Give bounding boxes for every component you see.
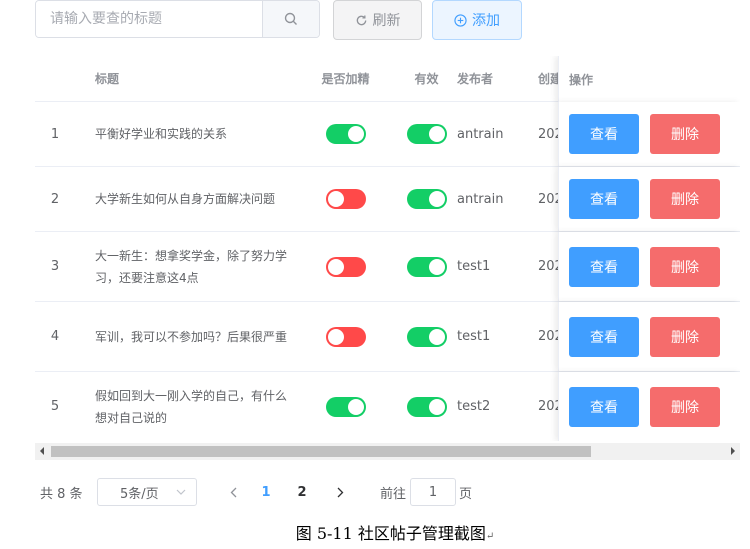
delete-button[interactable]: 删除 bbox=[650, 179, 720, 219]
switch-knob bbox=[327, 328, 344, 345]
posts-table: 标题 是否加精 有效 发布者 创建 操作 1 平衡好学业和实践的关系 antra… bbox=[35, 56, 740, 441]
scroll-right-arrow-icon[interactable] bbox=[731, 447, 735, 455]
switch-knob bbox=[428, 191, 445, 207]
refresh-button[interactable]: 刷新 bbox=[333, 0, 422, 40]
header-publisher: 发布者 bbox=[457, 72, 494, 86]
row-actions: 查看 删除 bbox=[558, 372, 740, 441]
row-publisher: antrain bbox=[457, 191, 504, 207]
row-title: 大一新生：想拿奖学金，除了努力学习，还要注意这4点 bbox=[95, 248, 288, 285]
total-count: 共 8 条 bbox=[40, 486, 83, 502]
switch-knob bbox=[428, 328, 445, 345]
row-title: 假如回到大一刚入学的自己，有什么想对自己说的 bbox=[95, 388, 288, 425]
table-row: 1 平衡好学业和实践的关系 antrain 202 查看 删除 bbox=[35, 102, 740, 167]
delete-button[interactable]: 删除 bbox=[650, 114, 720, 154]
search-icon bbox=[285, 12, 298, 25]
view-button[interactable]: 查看 bbox=[569, 316, 639, 357]
caption-text: 图 5-11 社区帖子管理截图 bbox=[295, 524, 486, 543]
switch-knob bbox=[428, 398, 445, 415]
page-number-2[interactable]: 2 bbox=[292, 478, 312, 506]
row-actions: 查看 删除 bbox=[558, 167, 740, 231]
table-header: 标题 是否加精 有效 发布者 创建 操作 bbox=[35, 56, 740, 102]
search-button[interactable] bbox=[262, 1, 319, 37]
row-index: 1 bbox=[50, 126, 60, 142]
page-number-1[interactable]: 1 bbox=[256, 478, 276, 506]
row-index: 2 bbox=[50, 191, 60, 207]
refresh-icon bbox=[356, 14, 366, 25]
header-actions: 操作 bbox=[558, 56, 740, 102]
row-publisher: test1 bbox=[457, 259, 491, 274]
figure-caption: 图 5-11 社区帖子管理截图↵ bbox=[0, 520, 750, 544]
table-row: 2 大学新生如何从自身方面解决问题 antrain 202 查看 删除 bbox=[35, 167, 740, 232]
row-publisher: test2 bbox=[457, 399, 491, 414]
row-title: 平衡好学业和实践的关系 bbox=[95, 127, 228, 141]
row-actions: 查看 删除 bbox=[558, 232, 740, 301]
goto-label: 前往 bbox=[380, 486, 407, 502]
view-button[interactable]: 查看 bbox=[569, 246, 639, 287]
paragraph-mark-icon: ↵ bbox=[485, 531, 495, 542]
delete-button[interactable]: 删除 bbox=[650, 316, 720, 357]
table-row: 5 假如回到大一刚入学的自己，有什么想对自己说的 test2 202 查看 删除 bbox=[35, 372, 740, 441]
table-row: 4 军训，我可以不参加吗？后果很严重 test1 202 查看 删除 bbox=[35, 302, 740, 372]
row-index: 3 bbox=[50, 259, 60, 274]
chevron-left-icon bbox=[230, 487, 236, 497]
valid-switch[interactable] bbox=[406, 124, 447, 144]
valid-switch[interactable] bbox=[406, 396, 447, 417]
next-page-button[interactable] bbox=[330, 478, 350, 506]
search-input[interactable] bbox=[36, 1, 263, 37]
featured-switch[interactable] bbox=[325, 189, 366, 209]
scroll-left-arrow-icon[interactable] bbox=[40, 447, 44, 455]
add-label: 添加 bbox=[472, 13, 500, 29]
row-index: 4 bbox=[50, 329, 60, 344]
page-size-value: 5条/页 bbox=[120, 486, 159, 502]
valid-switch[interactable] bbox=[406, 189, 447, 209]
featured-switch[interactable] bbox=[325, 256, 366, 277]
scrollbar-thumb[interactable] bbox=[51, 446, 591, 457]
circle-plus-icon bbox=[454, 13, 467, 27]
valid-switch[interactable] bbox=[406, 256, 447, 277]
switch-knob bbox=[327, 191, 344, 207]
refresh-label: 刷新 bbox=[372, 13, 401, 29]
search-box bbox=[35, 0, 320, 38]
switch-knob bbox=[347, 398, 364, 415]
view-button[interactable]: 查看 bbox=[569, 179, 639, 219]
delete-button[interactable]: 删除 bbox=[650, 246, 720, 287]
table-row: 3 大一新生：想拿奖学金，除了努力学习，还要注意这4点 test1 202 查看… bbox=[35, 232, 740, 302]
page-size-select[interactable]: 5条/页 bbox=[97, 478, 197, 506]
pagination: 共 8 条 5条/页 1 2 前往 页 bbox=[40, 478, 740, 506]
prev-page-button[interactable] bbox=[223, 478, 243, 506]
switch-knob bbox=[327, 258, 344, 275]
switch-knob bbox=[428, 258, 445, 275]
view-button[interactable]: 查看 bbox=[569, 386, 639, 427]
goto-page-input[interactable] bbox=[410, 478, 456, 506]
row-actions: 查看 删除 bbox=[558, 102, 740, 166]
switch-knob bbox=[428, 126, 445, 142]
valid-switch[interactable] bbox=[406, 326, 447, 347]
featured-switch[interactable] bbox=[325, 326, 366, 347]
view-button[interactable]: 查看 bbox=[569, 114, 639, 154]
row-title: 军训，我可以不参加吗？后果很严重 bbox=[95, 329, 288, 344]
delete-button[interactable]: 删除 bbox=[650, 386, 720, 427]
row-title: 大学新生如何从自身方面解决问题 bbox=[95, 192, 276, 206]
page-suffix: 页 bbox=[459, 486, 473, 502]
add-button[interactable]: 添加 bbox=[432, 0, 522, 40]
row-publisher: antrain bbox=[457, 126, 504, 142]
chevron-down-icon bbox=[176, 489, 186, 495]
row-index: 5 bbox=[50, 399, 60, 414]
featured-switch[interactable] bbox=[325, 124, 366, 144]
horizontal-scrollbar[interactable] bbox=[35, 443, 740, 460]
switch-knob bbox=[347, 126, 364, 142]
header-title: 标题 bbox=[95, 71, 120, 86]
featured-switch[interactable] bbox=[325, 396, 366, 417]
chevron-right-icon bbox=[337, 487, 343, 497]
row-publisher: test1 bbox=[457, 329, 491, 344]
row-actions: 查看 删除 bbox=[558, 302, 740, 371]
